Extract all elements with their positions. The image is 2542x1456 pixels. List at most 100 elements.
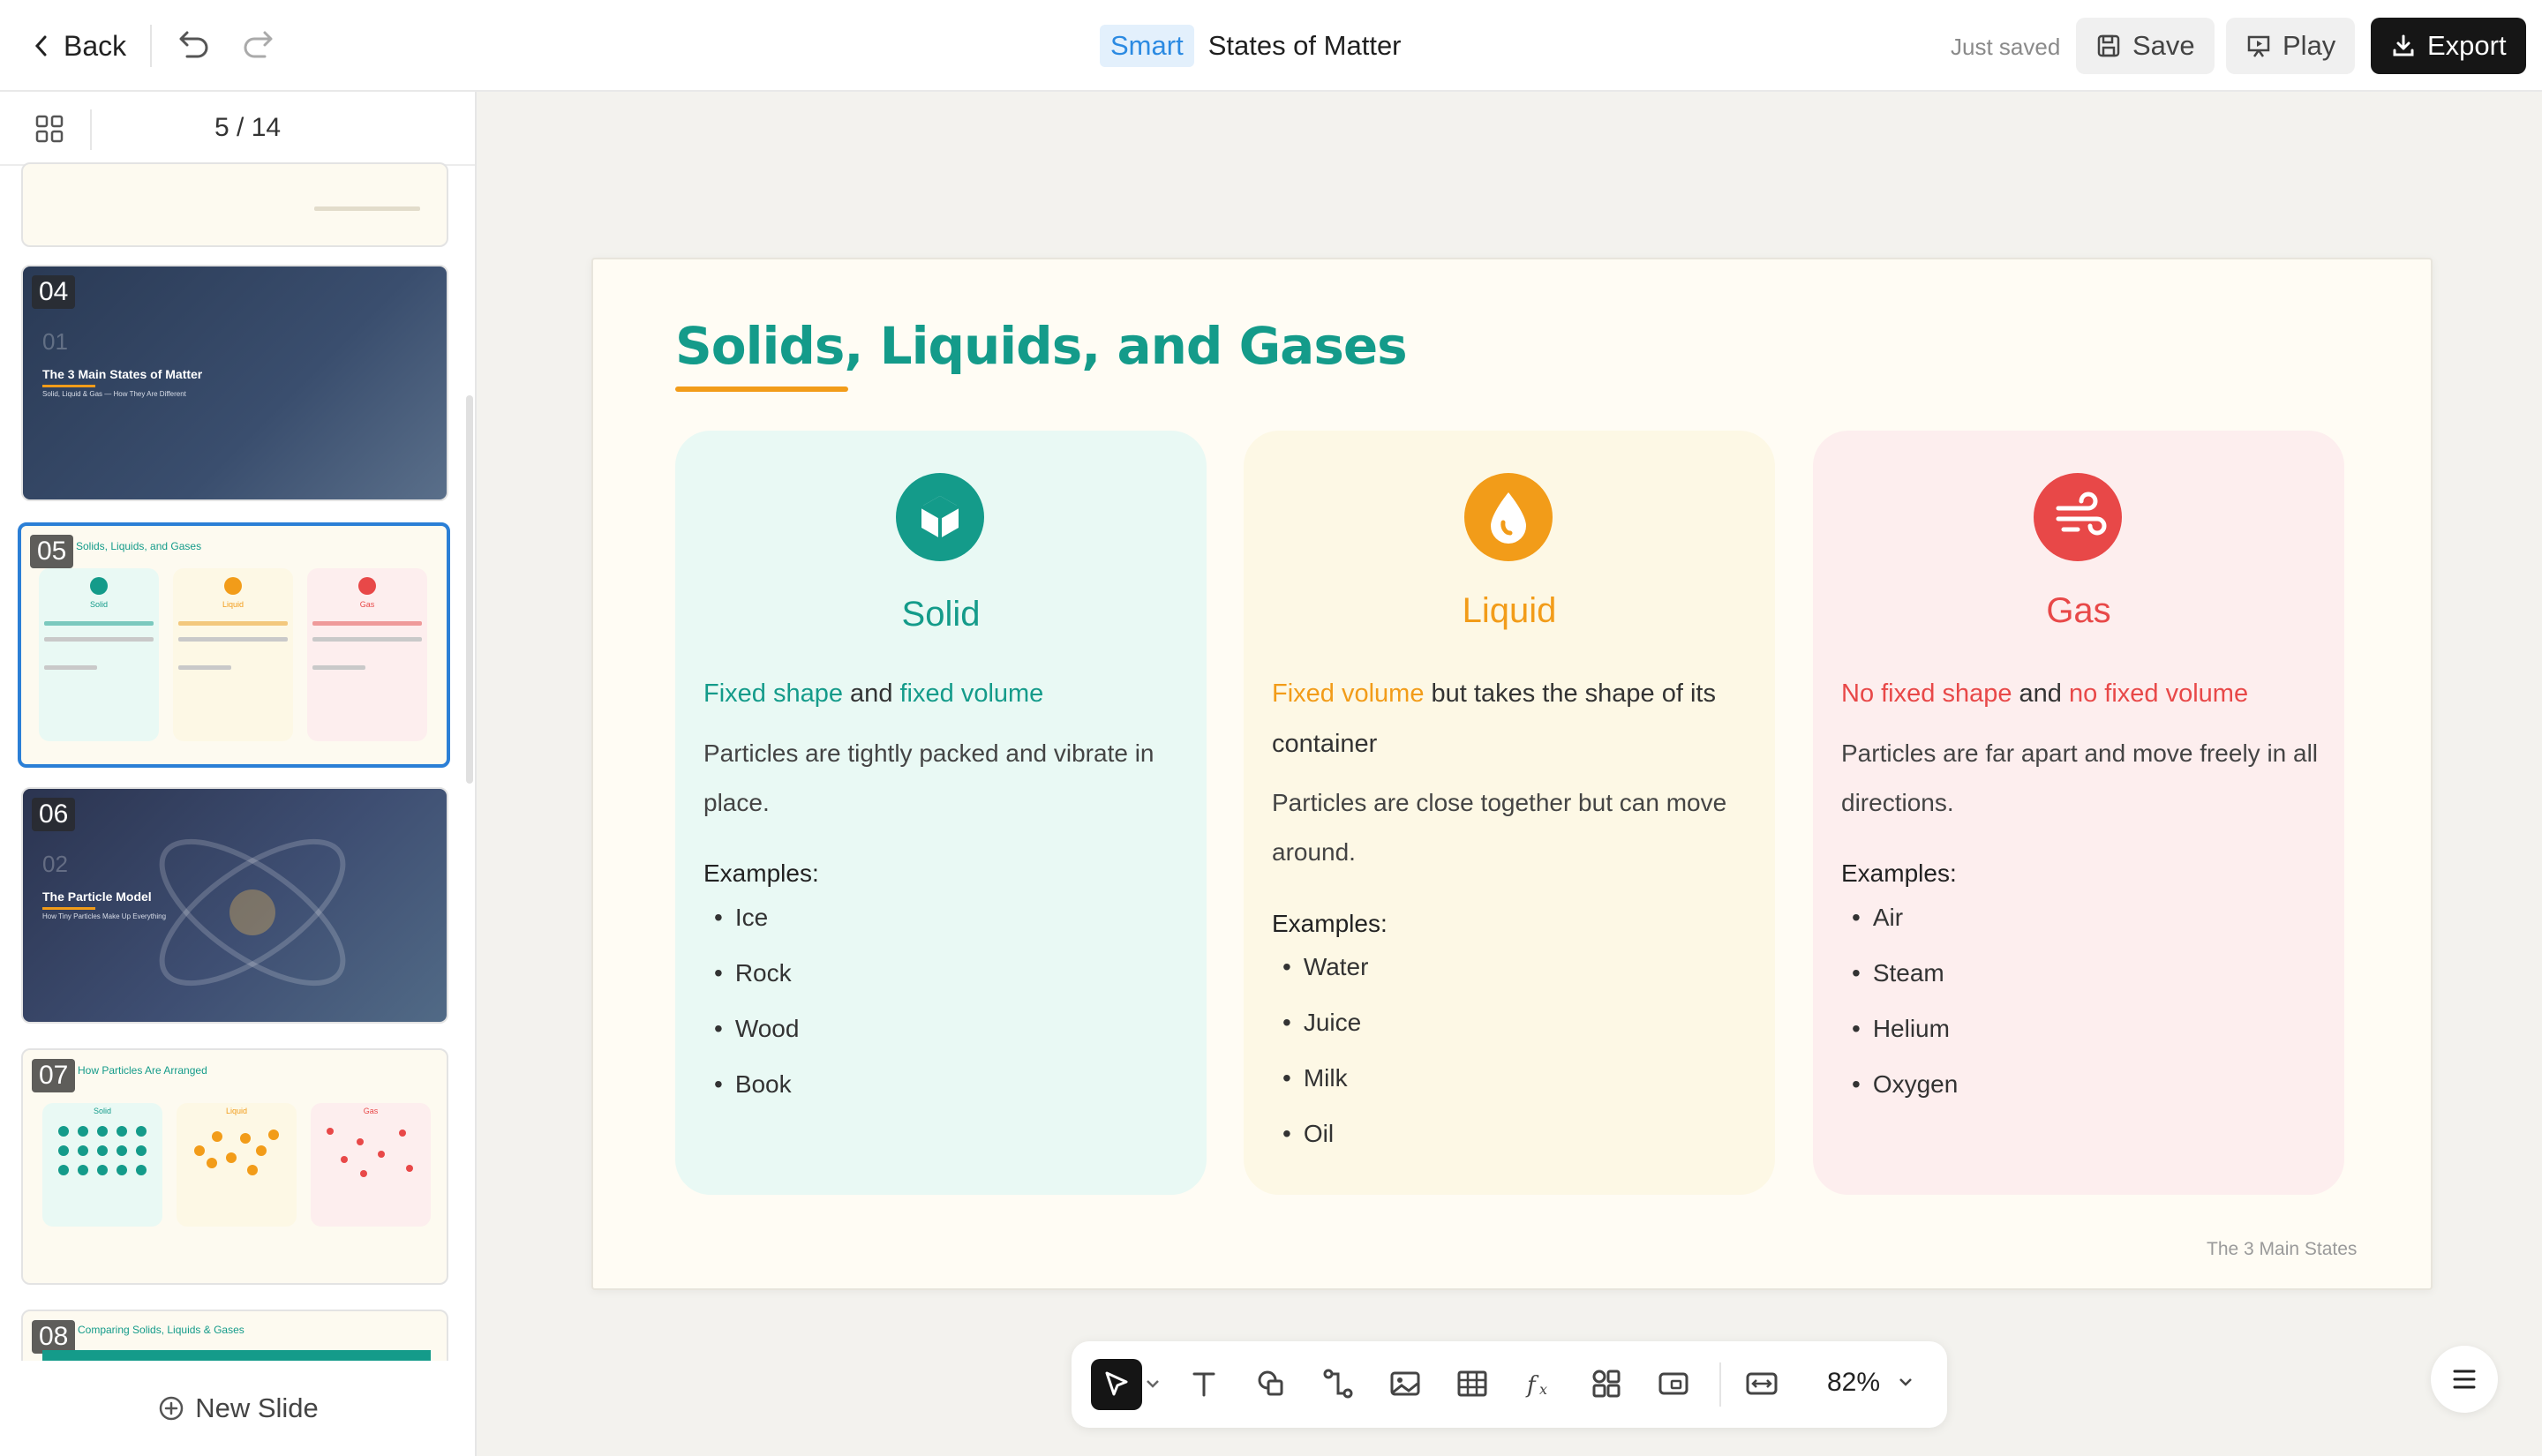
list-item: Oil <box>1282 1116 1368 1172</box>
lead-text: and <box>2012 679 2069 708</box>
mini-card-label: Gas <box>363 1107 379 1115</box>
new-slide-label: New Slide <box>195 1392 319 1423</box>
image-icon[interactable] <box>1388 1366 1423 1401</box>
list-item: Water <box>1282 949 1369 1005</box>
mini-card-label: Solid <box>93 1107 111 1115</box>
highlight: Fixed volume <box>1272 679 1425 708</box>
thumbnail-subtitle: Solid, Liquid & Gas — How They Are Diffe… <box>42 390 186 398</box>
slide[interactable]: Solids, Liquids, and Gases Solid Fixed s… <box>591 258 2433 1290</box>
chevron-down-icon[interactable] <box>1144 1366 1162 1401</box>
slide-thumbnail-04[interactable]: 04 01 The 3 Main States of Matter Solid,… <box>21 265 448 501</box>
mini-icon <box>224 577 242 595</box>
redo-icon[interactable] <box>240 26 279 65</box>
accent-bar <box>42 385 95 387</box>
svg-text:x: x <box>1539 1381 1547 1398</box>
thumbnail-text-line <box>178 665 231 670</box>
fit-to-screen-icon[interactable] <box>1744 1366 1779 1401</box>
smart-badge[interactable]: Smart <box>1100 25 1194 67</box>
plus-circle-icon <box>159 1396 184 1421</box>
examples-list: Ice Rock Wood Book <box>714 900 800 1122</box>
list-item: Air <box>1852 900 1958 956</box>
card-gas[interactable]: Gas No fixed shape and no fixed volume P… <box>1813 431 2344 1195</box>
slide-number: 07 <box>32 1059 76 1092</box>
play-button[interactable]: Play <box>2226 18 2356 74</box>
save-status: Just saved <box>1951 34 2061 60</box>
sidebar-scrollbar[interactable] <box>466 395 473 784</box>
card-title: Liquid <box>1462 591 1557 630</box>
card-liquid[interactable]: Liquid Fixed volume but takes the shape … <box>1244 431 1775 1195</box>
mini-card-label: Solid <box>89 600 108 609</box>
menu-button[interactable] <box>2431 1346 2498 1413</box>
download-icon <box>2393 34 2414 56</box>
divider <box>150 25 152 67</box>
list-item: Wood <box>714 1011 800 1067</box>
new-slide-button[interactable]: New Slide <box>0 1361 475 1456</box>
shapes-icon[interactable] <box>1253 1366 1289 1401</box>
cursor-icon <box>1105 1371 1128 1396</box>
lead-text: and <box>843 679 900 708</box>
slide-number: 05 <box>30 535 74 568</box>
thumbnail-title: Solids, Liquids, and Gases <box>76 540 202 552</box>
highlight: Fixed shape <box>703 679 843 708</box>
select-tool-button[interactable] <box>1091 1359 1142 1410</box>
thumbnail-text-line <box>312 621 422 626</box>
card-solid[interactable]: Solid Fixed shape and fixed volume Parti… <box>675 431 1207 1195</box>
connector-icon[interactable] <box>1320 1366 1356 1401</box>
embed-icon[interactable] <box>1656 1366 1691 1401</box>
list-item: Oxygen <box>1852 1067 1959 1122</box>
back-button[interactable]: Back <box>32 26 126 65</box>
slide-thumbnail-05[interactable]: 05 Solids, Liquids, and Gases Solid Liqu… <box>18 522 450 768</box>
slide-title[interactable]: Solids, Liquids, and Gases <box>675 316 1408 376</box>
slide-thumbnail-06[interactable]: 06 02 The Particle Model How Tiny Partic… <box>21 787 448 1024</box>
formula-icon[interactable]: fx <box>1522 1366 1557 1401</box>
top-bar: Back Smart States of Matter Just saved S… <box>0 0 2542 92</box>
card-description: Particles are tightly packed and vibrate… <box>703 739 1154 816</box>
cube-icon <box>896 473 984 561</box>
particles-solid <box>58 1126 147 1175</box>
thumbnail-title: The 3 Main States of Matter <box>42 367 203 381</box>
document-title-area: Smart States of Matter <box>1100 24 1402 68</box>
card-title: Gas <box>2046 591 2111 630</box>
slide-number: 06 <box>32 798 76 831</box>
mini-card-liquid: Liquid <box>173 568 293 741</box>
mini-card-gas: Gas <box>307 568 427 741</box>
examples-list: Water Juice Milk Oil <box>1282 949 1369 1172</box>
divider <box>90 109 92 150</box>
text-icon[interactable] <box>1186 1366 1222 1401</box>
undo-icon[interactable] <box>173 26 212 65</box>
export-button[interactable]: Export <box>2371 18 2526 74</box>
save-label: Save <box>2132 30 2195 61</box>
mini-icon <box>90 577 108 595</box>
sidebar-header: 5 / 14 <box>0 92 475 166</box>
save-button[interactable]: Save <box>2076 18 2215 74</box>
document-title[interactable]: States of Matter <box>1208 30 1402 62</box>
zoom-control[interactable]: 82% <box>1827 1368 1915 1398</box>
slide-sidebar: 5 / 14 04 01 The 3 Main States of Matter… <box>0 92 477 1456</box>
title-underline <box>675 387 848 392</box>
accent-bar <box>42 907 95 910</box>
highlight: No fixed shape <box>1841 679 2012 708</box>
highlight: fixed volume <box>899 679 1044 708</box>
chevron-down-icon <box>1899 1378 1913 1386</box>
table-icon[interactable] <box>1455 1366 1490 1401</box>
card-description: Particles are close together but can mov… <box>1272 789 1727 866</box>
thumbnail-text-line <box>44 621 154 626</box>
list-item: Rock <box>714 956 799 1011</box>
chevron-left-icon <box>34 35 47 56</box>
svg-text:f: f <box>1525 1372 1539 1399</box>
grid-view-icon[interactable] <box>34 113 65 145</box>
slide-thumbnail-03[interactable] <box>21 162 448 247</box>
card-description: Particles are far apart and move freely … <box>1841 739 2319 816</box>
thumbnail-text-line <box>178 621 288 626</box>
slide-number: 04 <box>32 275 76 309</box>
components-icon[interactable] <box>1589 1366 1624 1401</box>
slide-number: 08 <box>32 1320 76 1354</box>
mini-card-label: Liquid <box>222 600 244 609</box>
particles-liquid <box>194 1130 279 1175</box>
mini-icon <box>358 577 376 595</box>
card-lead: No fixed shape and no fixed volume <box>1841 669 2335 719</box>
list-item: Steam <box>1852 956 1958 1011</box>
slide-thumbnail-07[interactable]: 07 How Particles Are Arranged Solid Liqu… <box>21 1048 448 1285</box>
thumbnail-text-line <box>44 665 97 670</box>
hamburger-icon <box>2453 1370 2476 1389</box>
